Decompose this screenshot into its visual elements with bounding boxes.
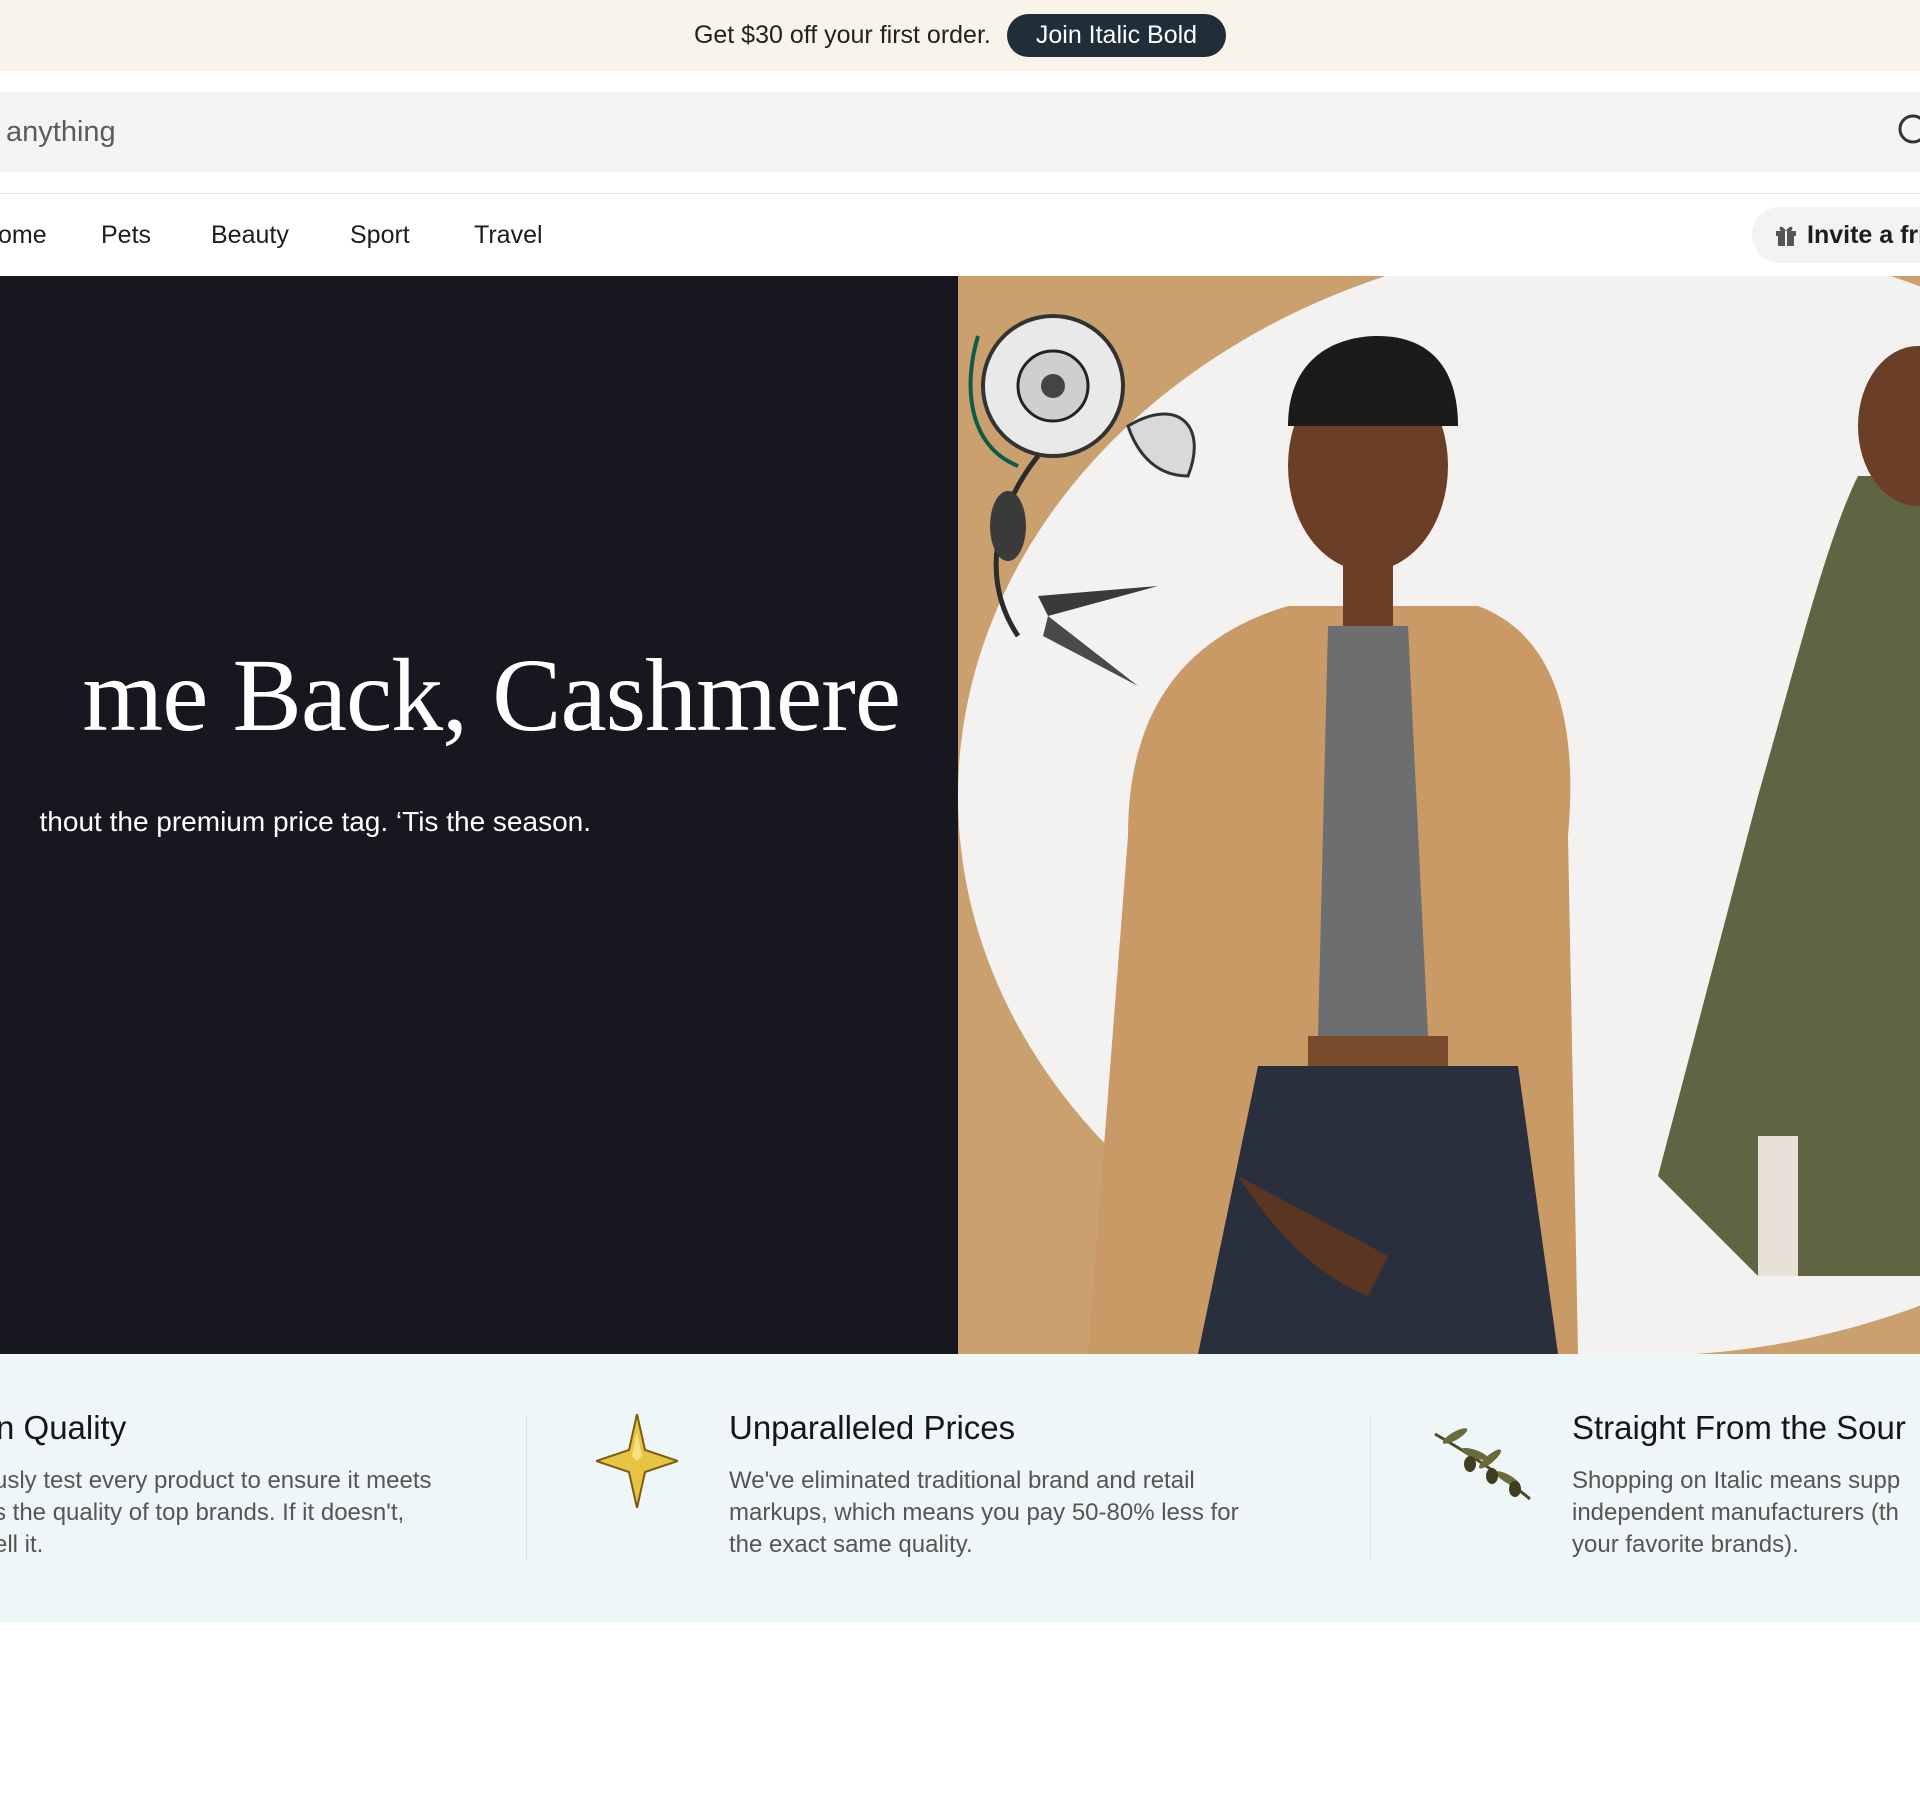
- divider: [1370, 1414, 1371, 1562]
- hero-subtitle: thout the premium price tag. ‘Tis the se…: [39, 806, 591, 837]
- nav-item-pets[interactable]: Pets: [101, 194, 151, 276]
- gift-icon: [1776, 226, 1796, 246]
- hero-photo: [958, 276, 1920, 1354]
- feature-body-source: Shopping on Italic means supp independen…: [1572, 1467, 1901, 1558]
- hero-panel: me Back, Cashmere thout the premium pric…: [0, 276, 958, 1354]
- search-icon[interactable]: [1896, 112, 1920, 152]
- divider: [526, 1414, 527, 1562]
- star-icon: [596, 1414, 678, 1508]
- feature-body-prices: We've eliminated traditional brand and r…: [729, 1467, 1239, 1558]
- hero-image[interactable]: [958, 276, 1920, 1354]
- feature-title-source: Straight From the Sour: [1572, 1409, 1906, 1446]
- olive-branch-icon: [1434, 1428, 1531, 1501]
- nav-item-sport[interactable]: Sport: [350, 194, 410, 276]
- nav-item-beauty[interactable]: Beauty: [211, 194, 289, 276]
- search-input[interactable]: [6, 115, 1806, 149]
- promo-text: Get $30 off your first order.: [693, 21, 991, 49]
- promo-bar: Get $30 off your first order. Join Itali…: [0, 0, 1920, 71]
- feature-title-quality: n Quality: [0, 1409, 127, 1446]
- features-strip: n Quality usly test every product to ens…: [0, 1354, 1920, 1622]
- feature-title-prices: Unparalleled Prices: [729, 1409, 1016, 1446]
- nav-item-home[interactable]: ome: [0, 194, 47, 276]
- nav-item-travel[interactable]: Travel: [474, 194, 543, 276]
- hero-title: me Back, Cashmere: [82, 638, 901, 753]
- invite-friend-button[interactable]: Invite a fri: [1752, 207, 1920, 263]
- search-bar: [0, 92, 1920, 172]
- category-nav: ome Pets Beauty Sport Travel Invite a fr…: [0, 193, 1920, 277]
- feature-body-quality: usly test every product to ensure it mee…: [0, 1467, 432, 1558]
- join-italic-bold-button[interactable]: Join Italic Bold: [1006, 14, 1227, 57]
- invite-label: Invite a fri: [1807, 220, 1920, 249]
